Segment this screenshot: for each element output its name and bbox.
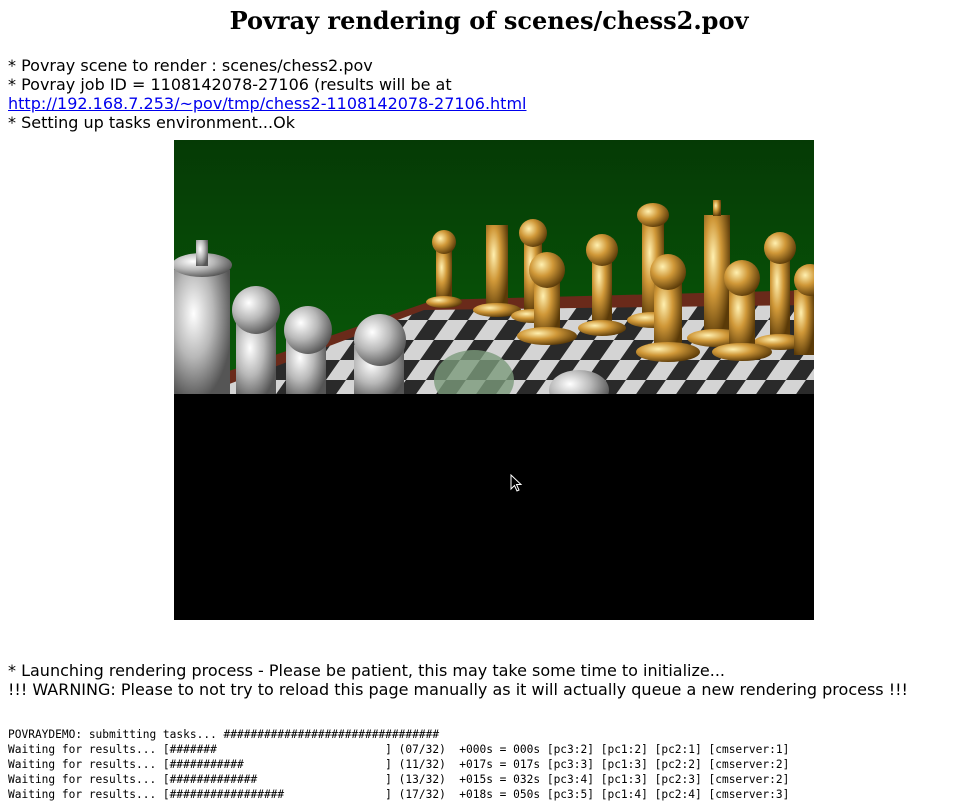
log-line: Waiting for results... [####### ] (07/32… (8, 743, 790, 756)
job-id-line: * Povray job ID = 1108142078-27106 (resu… (8, 75, 452, 94)
render-log: POVRAYDEMO: submitting tasks... ########… (8, 727, 789, 802)
render-output-image (174, 140, 814, 620)
log-line: Waiting for results... [############# ] … (8, 773, 790, 786)
setup-line: * Setting up tasks environment...Ok (8, 113, 295, 132)
log-line: Waiting for results... [################… (8, 788, 790, 801)
log-line: Waiting for results... [########### ] (1… (8, 758, 790, 771)
mouse-cursor-icon (510, 474, 523, 492)
result-link[interactable]: http://192.168.7.253/~pov/tmp/chess2-110… (8, 94, 526, 113)
chess-scene (174, 140, 814, 394)
log-line: POVRAYDEMO: submitting tasks... ########… (8, 728, 440, 741)
scene-line: * Povray scene to render : scenes/chess2… (8, 56, 373, 75)
page-title: Povray rendering of scenes/chess2.pov (229, 6, 749, 35)
warning-message: !!! WARNING: Please to not try to reload… (8, 680, 908, 699)
launching-message: * Launching rendering process - Please b… (8, 661, 725, 680)
result-url-line: http://192.168.7.253/~pov/tmp/chess2-110… (8, 94, 526, 113)
